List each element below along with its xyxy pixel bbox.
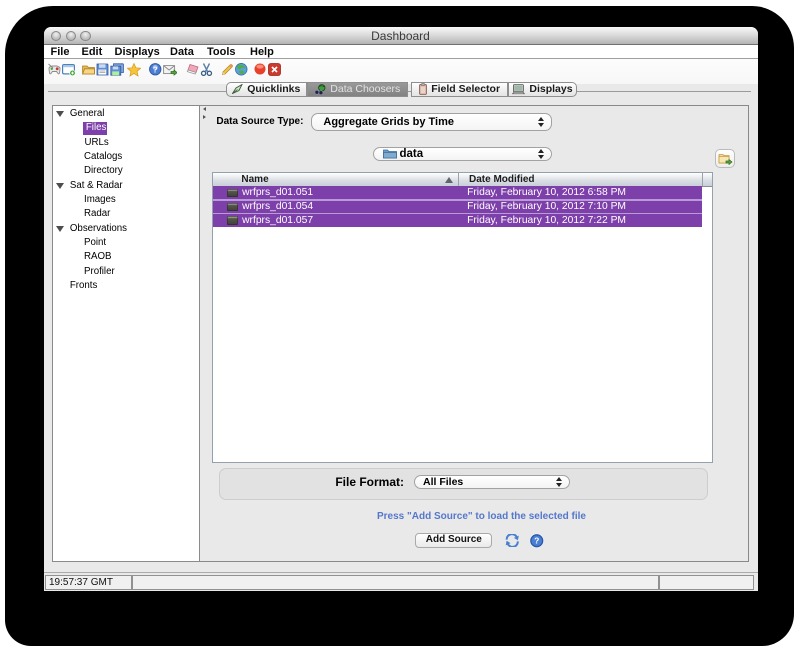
svg-text:?: ? [534, 536, 539, 546]
svg-text:?: ? [153, 65, 158, 74]
